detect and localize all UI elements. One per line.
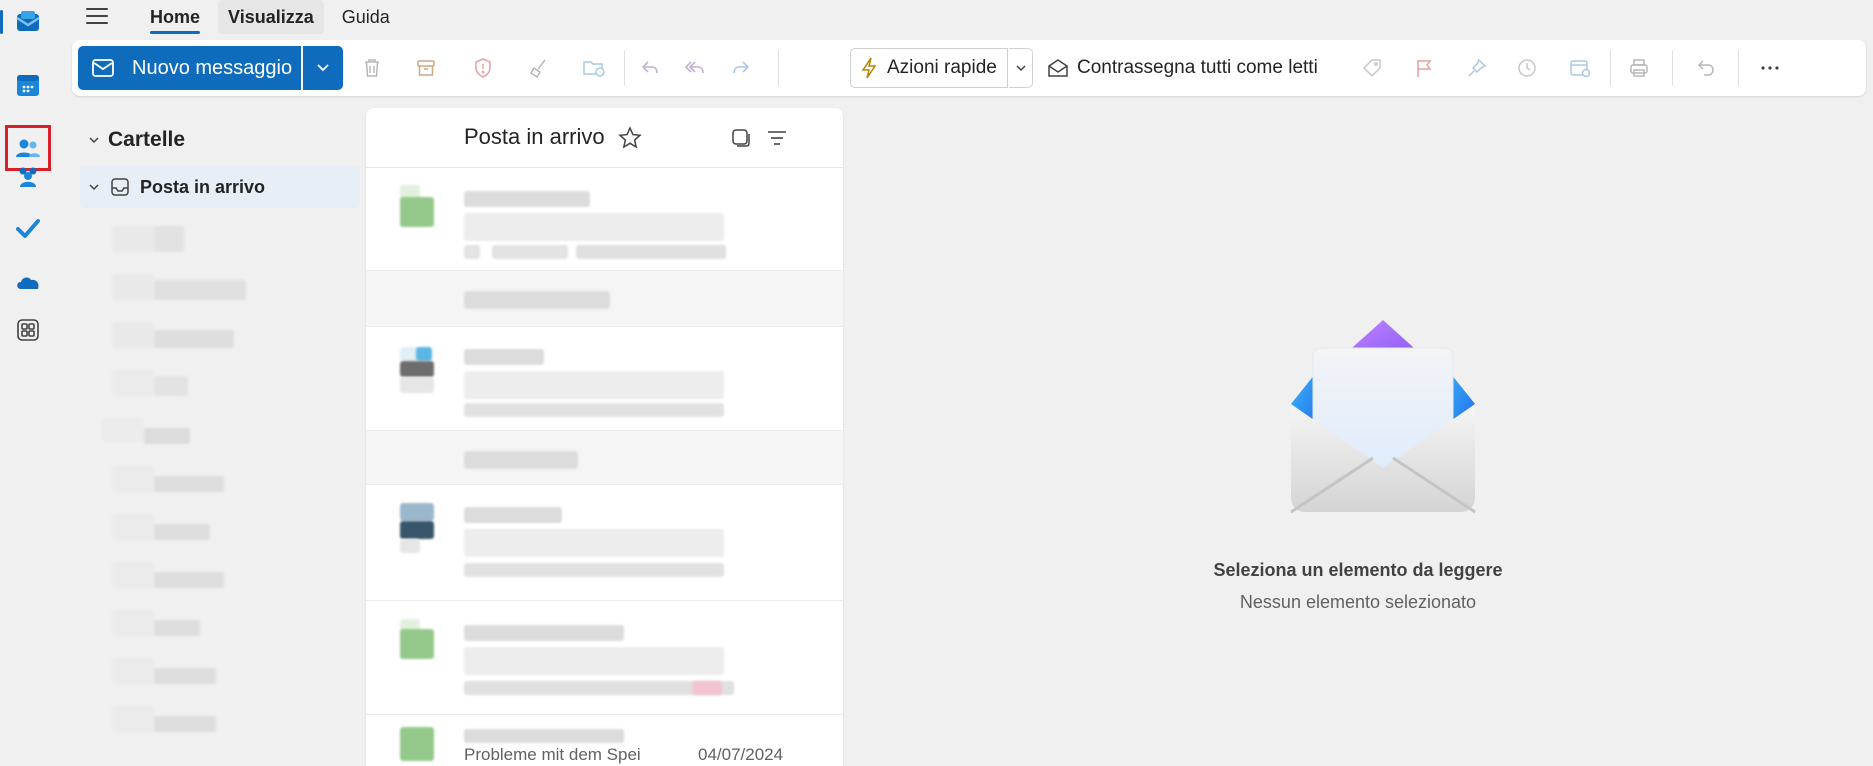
message-preview: Probleme mit dem Spei bbox=[464, 745, 641, 764]
chevron-down-icon bbox=[1015, 65, 1026, 72]
inbox-icon bbox=[111, 178, 129, 196]
pin-icon[interactable] bbox=[1459, 50, 1495, 86]
inbox-label: Posta in arrivo bbox=[140, 176, 266, 197]
empty-state-title: Seleziona un elemento da leggere bbox=[1213, 560, 1503, 580]
folder-item[interactable] bbox=[112, 606, 312, 640]
folders-title: Cartelle bbox=[108, 128, 186, 151]
folders-header[interactable]: Cartelle bbox=[88, 128, 185, 152]
quick-actions-label: Azioni rapide bbox=[887, 57, 997, 78]
undo-icon[interactable] bbox=[1688, 50, 1724, 86]
folder-item[interactable] bbox=[112, 654, 312, 688]
mark-all-read-button[interactable]: Contrassegna tutti come letti bbox=[1047, 48, 1318, 88]
tab-home[interactable]: Home bbox=[140, 0, 210, 34]
open-envelope-icon bbox=[1048, 59, 1068, 77]
mail-app-icon[interactable] bbox=[0, 0, 50, 44]
empty-state-subtitle: Nessun elemento selezionato bbox=[1239, 592, 1477, 612]
folder-item[interactable] bbox=[112, 462, 312, 496]
forward-icon[interactable] bbox=[723, 50, 759, 86]
message-item[interactable] bbox=[366, 327, 843, 431]
quick-actions-button[interactable]: Azioni rapide bbox=[850, 48, 1008, 88]
folder-item[interactable] bbox=[102, 414, 302, 448]
filter-icon[interactable] bbox=[766, 128, 788, 148]
message-item[interactable]: Probleme mit dem Spei 04/07/2024 bbox=[366, 715, 843, 766]
folder-item[interactable] bbox=[112, 270, 312, 304]
calendar-app-icon[interactable] bbox=[6, 63, 50, 107]
folder-item[interactable] bbox=[112, 558, 312, 592]
folder-item[interactable] bbox=[112, 222, 272, 256]
message-list-header: Posta in arrivo bbox=[366, 108, 843, 168]
groups-app-icon[interactable] bbox=[6, 154, 50, 198]
message-item[interactable] bbox=[366, 485, 843, 601]
more-options-icon[interactable] bbox=[1752, 50, 1788, 86]
new-message-button[interactable]: Nuovo messaggio bbox=[78, 46, 301, 90]
reply-icon[interactable] bbox=[632, 50, 668, 86]
tag-icon[interactable] bbox=[1354, 50, 1390, 86]
envelope-icon bbox=[92, 59, 114, 77]
new-message-dropdown[interactable] bbox=[303, 46, 343, 90]
message-list: Posta in arrivo Probleme mit dem Spei 04… bbox=[366, 108, 843, 766]
lightning-icon bbox=[861, 57, 877, 79]
onedrive-app-icon[interactable] bbox=[6, 260, 50, 304]
move-to-folder-icon[interactable] bbox=[577, 50, 613, 86]
folder-pane: Cartelle Posta in arrivo bbox=[72, 110, 372, 766]
folder-item-inbox[interactable]: Posta in arrivo bbox=[80, 166, 360, 208]
sweep-icon[interactable] bbox=[521, 50, 557, 86]
snooze-clock-icon[interactable] bbox=[1509, 50, 1545, 86]
message-date: 04/07/2024 bbox=[698, 745, 784, 764]
message-list-title: Posta in arrivo bbox=[464, 124, 605, 149]
ribbon-toolbar: Nuovo messaggio Azioni rapide Contrasseg… bbox=[72, 40, 1866, 96]
delete-icon[interactable] bbox=[354, 50, 390, 86]
message-item[interactable] bbox=[366, 169, 843, 271]
star-favorite-icon[interactable] bbox=[618, 126, 642, 150]
navigation-menu-button[interactable] bbox=[86, 4, 118, 28]
chevron-down-icon bbox=[317, 64, 329, 72]
ribbon-tabs: Home Visualizza Guida bbox=[140, 0, 400, 34]
todo-app-icon[interactable] bbox=[6, 206, 50, 250]
folder-item[interactable] bbox=[112, 702, 312, 736]
flag-icon[interactable] bbox=[1406, 50, 1442, 86]
report-shield-icon[interactable] bbox=[465, 50, 501, 86]
chevron-down-icon bbox=[89, 184, 99, 191]
message-item[interactable] bbox=[366, 601, 843, 715]
reply-all-icon[interactable] bbox=[677, 50, 713, 86]
message-group-header[interactable] bbox=[366, 431, 843, 485]
reading-pane: Seleziona un elemento da leggere Nessun … bbox=[843, 108, 1873, 766]
app-rail bbox=[0, 0, 56, 766]
more-apps-icon[interactable] bbox=[6, 308, 50, 352]
archive-icon[interactable] bbox=[408, 50, 444, 86]
chevron-down-icon bbox=[89, 137, 99, 144]
rules-icon[interactable] bbox=[1562, 50, 1598, 86]
folder-item[interactable] bbox=[112, 318, 312, 352]
print-icon[interactable] bbox=[1621, 50, 1657, 86]
folder-item[interactable] bbox=[112, 510, 312, 544]
new-message-label: Nuovo messaggio bbox=[132, 56, 293, 79]
select-mode-icon[interactable] bbox=[730, 127, 752, 149]
envelope-illustration-icon bbox=[1290, 320, 1476, 514]
tab-view[interactable]: Visualizza bbox=[218, 0, 324, 34]
mark-all-read-label: Contrassegna tutti come letti bbox=[1077, 57, 1318, 78]
folder-item[interactable] bbox=[112, 366, 312, 400]
message-group-header[interactable] bbox=[366, 271, 843, 327]
tab-help[interactable]: Guida bbox=[332, 0, 400, 34]
quick-actions-dropdown[interactable] bbox=[1009, 48, 1033, 88]
